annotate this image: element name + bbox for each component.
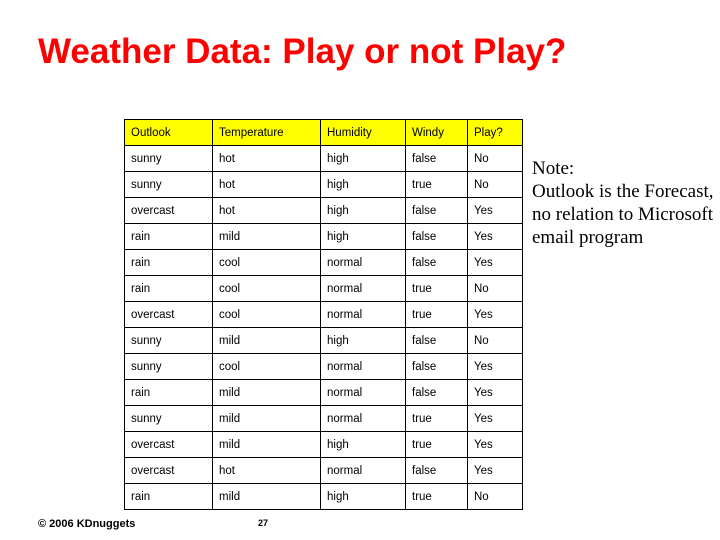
table-row: rain mild normal false Yes [124, 379, 523, 406]
table-cell: normal [320, 275, 406, 302]
table-cell: Yes [467, 457, 523, 484]
table-cell: false [405, 197, 468, 224]
table-row: overcast cool normal true Yes [124, 301, 523, 328]
table-cell: rain [124, 379, 213, 406]
table-cell: sunny [124, 405, 213, 432]
table-cell: Yes [467, 379, 523, 406]
table-row: sunny hot high true No [124, 171, 523, 198]
table-row: sunny mild normal true Yes [124, 405, 523, 432]
table-cell: hot [212, 457, 321, 484]
weather-data-table: Outlook Temperature Humidity Windy Play? sunn… [124, 119, 523, 510]
table-header-row: Outlook Temperature Humidity Windy Play? [124, 119, 523, 146]
table-cell: true [405, 171, 468, 198]
column-header: Temperature [212, 119, 321, 146]
table-cell: Yes [467, 431, 523, 458]
weather-table: Outlook Temperature Humidity Windy Play? sunn… [124, 119, 523, 510]
table-cell: high [320, 145, 406, 172]
table-cell: high [320, 483, 406, 510]
table-cell: high [320, 223, 406, 250]
table-row: rain cool normal true No [124, 275, 523, 302]
table-cell: overcast [124, 431, 213, 458]
table-cell: No [467, 275, 523, 302]
table-cell: true [405, 405, 468, 432]
table-cell: false [405, 327, 468, 354]
page-title: Weather Data: Play or not Play? [38, 32, 567, 71]
table-cell: cool [212, 301, 321, 328]
table-cell: false [405, 457, 468, 484]
table-row: rain mild high false Yes [124, 223, 523, 250]
table-cell: false [405, 223, 468, 250]
table-cell: mild [212, 327, 321, 354]
table-cell: sunny [124, 327, 213, 354]
table-cell: Yes [467, 301, 523, 328]
footer-page-number: 27 [258, 518, 269, 528]
table-cell: No [467, 483, 523, 510]
table-cell: rain [124, 223, 213, 250]
table-row: overcast hot normal false Yes [124, 457, 523, 484]
table-cell: Yes [467, 197, 523, 224]
table-cell: No [467, 171, 523, 198]
table-cell: cool [212, 249, 321, 276]
column-header: Outlook [124, 119, 213, 146]
table-cell: Yes [467, 249, 523, 276]
table-row: overcast hot high false Yes [124, 197, 523, 224]
table-cell: false [405, 353, 468, 380]
column-header: Windy [405, 119, 468, 146]
table-cell: No [467, 327, 523, 354]
table-cell: normal [320, 353, 406, 380]
table-cell: rain [124, 275, 213, 302]
column-header: Play? [467, 119, 523, 146]
table-cell: high [320, 197, 406, 224]
table-cell: overcast [124, 301, 213, 328]
table-cell: false [405, 249, 468, 276]
table-cell: high [320, 327, 406, 354]
table-cell: true [405, 301, 468, 328]
table-cell: hot [212, 145, 321, 172]
table-row: sunny mild high false No [124, 327, 523, 354]
table-cell: mild [212, 483, 321, 510]
table-cell: cool [212, 275, 321, 302]
table-cell: overcast [124, 197, 213, 224]
column-header: Humidity [320, 119, 406, 146]
table-cell: cool [212, 353, 321, 380]
table-cell: sunny [124, 171, 213, 198]
table-row: sunny cool normal false Yes [124, 353, 523, 380]
slide-canvas: Weather Data: Play or not Play? Outlook T… [0, 0, 720, 540]
table-cell: high [320, 431, 406, 458]
table-cell: mild [212, 379, 321, 406]
table-cell: mild [212, 431, 321, 458]
note-text: Note: Outlook is the Forecast, no relation… [532, 158, 714, 248]
table-cell: normal [320, 457, 406, 484]
table-row: overcast mild high true Yes [124, 431, 523, 458]
table-cell: hot [212, 197, 321, 224]
table-row: rain cool normal false Yes [124, 249, 523, 276]
footer-copyright: © 2006 KDnuggets [38, 518, 136, 530]
table-cell: false [405, 379, 468, 406]
table-cell: normal [320, 249, 406, 276]
table-cell: true [405, 431, 468, 458]
table-cell: Yes [467, 223, 523, 250]
table-cell: normal [320, 405, 406, 432]
table-cell: true [405, 275, 468, 302]
table-cell: normal [320, 301, 406, 328]
table-cell: normal [320, 379, 406, 406]
table-cell: Yes [467, 353, 523, 380]
table-cell: mild [212, 405, 321, 432]
table-cell: hot [212, 171, 321, 198]
table-cell: overcast [124, 457, 213, 484]
table-cell: rain [124, 249, 213, 276]
table-cell: mild [212, 223, 321, 250]
table-row: sunny hot high false No [124, 145, 523, 172]
table-cell: true [405, 483, 468, 510]
table-cell: No [467, 145, 523, 172]
table-cell: false [405, 145, 468, 172]
table-cell: Yes [467, 405, 523, 432]
table-cell: high [320, 171, 406, 198]
table-row: rain mild high true No [124, 483, 523, 510]
table-cell: rain [124, 483, 213, 510]
table-cell: sunny [124, 353, 213, 380]
table-cell: sunny [124, 145, 213, 172]
